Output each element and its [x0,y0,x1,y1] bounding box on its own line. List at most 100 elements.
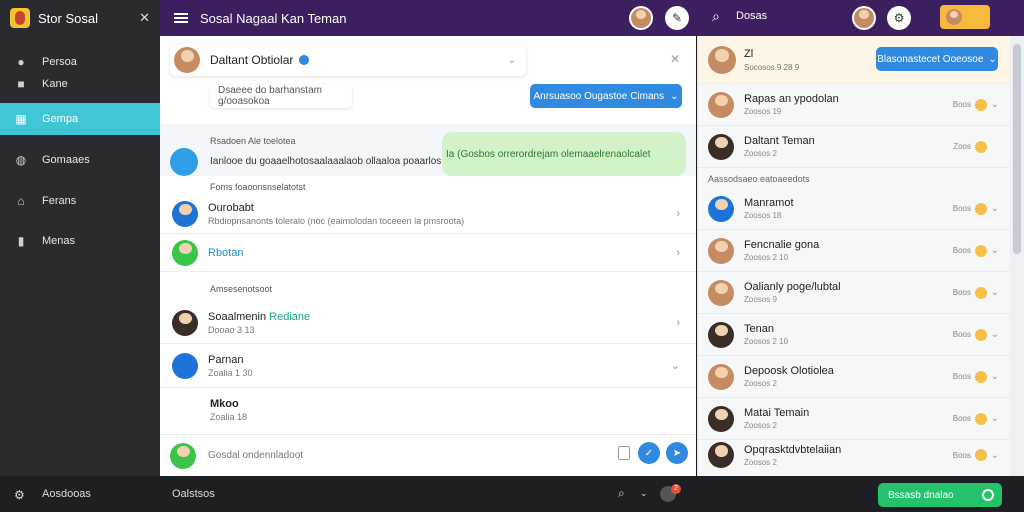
contact-meta: Boos [952,100,971,109]
contact-meta: Boos [952,330,971,339]
chevron-down-icon[interactable]: ⌄ [991,203,999,214]
sidebar-item-label: Ferans [42,195,77,207]
contact-row[interactable]: Tenan Zoosos 2 10 Boos ⌄ [698,314,1011,356]
avatar-button[interactable] [629,6,653,30]
item-tag: Rediane [269,310,311,323]
chevron-down-icon[interactable]: ⌄ [991,287,999,298]
check-icon[interactable]: ✓ [638,442,660,464]
avatar [708,442,734,468]
sidebar: ● Persoa ■ Kane ▦ Gempa ◍ Gomaaes ⌂ Ferans ▮ M… [0,36,160,476]
chevron-down-icon[interactable]: ⌄ [991,450,999,461]
contact-row[interactable]: Fencnalie gona Zoosos 2 10 Boos ⌄ [698,230,1011,272]
contact-status: Zoosos 18 [744,211,782,220]
contact-name: Depoosk Olotiolea [744,365,834,377]
info-icon: ▮ [17,234,25,248]
chevron-down-icon[interactable]: ⌄ [991,99,999,110]
chevron-down-icon: ⌄ [988,53,997,65]
sidebar-item-menas[interactable]: ▮ Menas [0,225,160,257]
compose-button[interactable]: ✎ [665,6,689,30]
settings-icon[interactable]: ⚙ [14,488,25,502]
item-title: Soaalmenin [208,310,267,323]
profile-chip[interactable] [940,5,990,29]
chevron-down-icon[interactable]: ⌄ [991,245,999,256]
sidebar-item-ferans[interactable]: ⌂ Ferans [0,185,160,217]
list-item[interactable]: Soaalmenin Rediane Dooao 3 13 › [160,302,696,344]
sidebar-item-kane[interactable]: ■ Kane [0,68,160,100]
contact-status: Zoosos 2 10 [744,253,789,262]
contact-status: Zoosos 2 [744,149,777,158]
contact-row[interactable]: Rapas an ypodolan Zoosos 19 Boos ⌄ [698,84,1011,126]
section-header: Aassodsaeo eatoaeedots [708,174,810,184]
app-title: Stor Sosal [38,10,98,26]
square-icon: ■ [17,77,25,91]
emoji-icon [975,202,987,215]
message-bubble[interactable]: Ia (Gosbos orrerordrejam olemaaelrenaolc… [442,132,686,176]
contact-status: Zoosos 2 [744,421,777,430]
header-dropdown-button[interactable]: Blasonastecet Ooeosoe ⌄ [876,47,998,71]
close-icon[interactable]: ✕ [670,52,680,66]
contact-row[interactable]: Manramot Zoosos 18 Boos ⌄ [698,188,1011,230]
chevron-down-icon[interactable]: ⌄ [640,488,648,499]
contacts-header: Zl Socosos 9 28 9 Blasonastecet Ooeosoe ⌄ [698,36,1011,84]
contact-meta: Boos [952,288,971,297]
contact-name: Rapas an ypodolan [744,93,839,105]
message-input[interactable]: Gosdal ondennladoot [208,450,303,461]
contact-status: Zoosos 2 [744,379,777,388]
sidebar-item-label: Gomaaes [42,154,90,166]
scrollbar-thumb[interactable] [1013,44,1021,254]
sidebar-item-label: Menas [42,235,76,247]
contact-name: Tenan [744,323,774,335]
item-subtitle: Zoalia 1 30 [208,367,253,378]
compose-icon: ✎ [671,11,683,25]
chevron-down-icon[interactable]: ⌄ [991,329,999,340]
list-item[interactable]: Rbotan › [160,234,696,272]
emoji-icon [975,286,987,299]
item-subtitle: Dooao 3 13 [208,324,255,335]
menu-icon[interactable] [174,13,188,23]
list-item[interactable]: Mkoo Zoalia 18 [160,388,696,432]
header-status: Socosos 9 28 9 [744,63,800,72]
chevron-down-icon[interactable]: ⌄ [508,55,516,66]
contact-row[interactable]: Oalianly poge/lubtal Zoosos 9 Boos ⌄ [698,272,1011,314]
bottom-sidebar-label[interactable]: Aosdooas [42,488,91,500]
notice-icon [170,148,198,176]
close-icon[interactable]: ✕ [139,10,150,26]
avatar [172,309,198,336]
main-panel: Daltant Obtiolar ⌄ ✕ Dsaeee do barhansta… [160,36,696,476]
toggle-icon [982,489,994,501]
search-icon[interactable]: ⌕ [712,8,720,25]
contact-name: Oalianly poge/lubtal [744,281,841,293]
item-title: Ourobabt [208,201,254,214]
scrollbar[interactable] [1010,36,1024,476]
app-root: Stor Sosal ✕ Sosal Nagaal Kan Teman ✎ ⌕ … [0,0,1024,512]
status-button[interactable]: Bssasb dnalao [878,483,1002,507]
emoji-icon [975,449,987,461]
list-item[interactable]: Ourobabt Rbdiopnsanonts toleralo (noc (ea… [160,194,696,234]
status-input[interactable]: Dsaeee do barhanstam g/ooasokoa [210,84,352,108]
button-label: Anrsuasoo Ougastoe Cimans [533,90,665,102]
chevron-down-icon[interactable]: ⌄ [991,413,999,424]
list-item[interactable]: Parnan Zoalia 1 30 ⌄ [160,344,696,388]
avatar [172,200,198,227]
avatar [170,442,196,469]
contact-row[interactable]: Opqrasktdvbtelaiian Zoosos 2 Boos ⌄ [698,434,1011,476]
search-icon[interactable]: ⌕ [618,486,625,501]
attach-icon[interactable] [618,446,630,460]
profile-avatar-button[interactable] [852,6,876,30]
contact-row[interactable]: Depoosk Olotiolea Zoosos 2 Boos ⌄ [698,356,1011,398]
grid-icon: ▦ [15,112,27,126]
contact-meta: Boos [952,204,971,213]
gear-icon: ⚙ [893,11,905,25]
sidebar-item-gomaaes[interactable]: ◍ Gomaaes [0,144,160,176]
conversation-header-card[interactable]: Daltant Obtiolar ⌄ [170,44,526,76]
sidebar-item-gempa[interactable]: ▦ Gempa [0,103,160,135]
top-right-label: Dosas [736,10,768,22]
action-dropdown-button[interactable]: Anrsuasoo Ougastoe Cimans ⌄ [530,84,682,108]
button-label: Blasonastecet Ooeosoe [877,53,984,65]
contact-row[interactable]: Daltant Teman Zoosos 2 Zoos [698,126,1011,168]
contact-name: Opqrasktdvbtelaiian [744,443,842,456]
chevron-down-icon[interactable]: ⌄ [991,371,999,382]
settings-button[interactable]: ⚙ [887,6,911,30]
send-icon[interactable]: ➤ [666,442,688,464]
contact-name: Matai Temain [744,407,810,419]
